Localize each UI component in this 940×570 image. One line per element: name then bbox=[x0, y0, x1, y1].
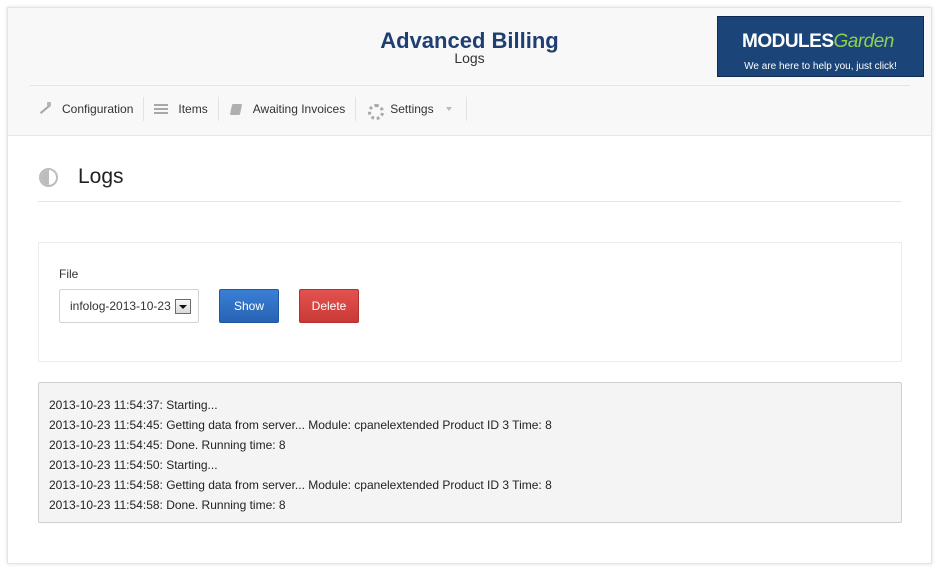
log-line: 2013-10-23 11:54:37: Starting... bbox=[49, 398, 218, 412]
app-frame: Advanced Billing Logs MODULESGarden We a… bbox=[7, 7, 932, 564]
modulesgarden-logo[interactable]: MODULESGarden We are here to help you, j… bbox=[717, 16, 924, 77]
gear-icon bbox=[366, 102, 385, 120]
log-line: 2013-10-23 11:54:45: Done. Running time:… bbox=[49, 438, 286, 452]
nav-item-label: Items bbox=[178, 102, 208, 116]
nav-item-label: Configuration bbox=[62, 102, 134, 116]
delete-button[interactable]: Delete bbox=[299, 289, 359, 323]
file-select-value: infolog-2013-10-23 bbox=[70, 299, 171, 313]
log-line: 2013-10-23 11:54:50: Starting... bbox=[49, 458, 218, 472]
logo-tagline: We are here to help you, just click! bbox=[744, 61, 897, 72]
chevron-down-icon bbox=[445, 107, 452, 111]
list-icon bbox=[154, 102, 169, 116]
dropdown-arrow-icon[interactable] bbox=[175, 299, 191, 314]
nav-item-settings[interactable]: Settings bbox=[356, 97, 467, 121]
log-file-form: File infolog-2013-10-23 Show Delete bbox=[38, 242, 902, 362]
nav-item-awaiting-invoices[interactable]: Awaiting Invoices bbox=[219, 97, 357, 121]
page-header: Logs bbox=[38, 165, 902, 202]
log-line: 2013-10-23 11:54:58: Done. Running time:… bbox=[49, 498, 286, 512]
file-label: File bbox=[59, 267, 79, 281]
wand-icon bbox=[38, 102, 52, 116]
half-circle-icon bbox=[39, 168, 58, 187]
nav-item-label: Settings bbox=[390, 102, 434, 116]
header-divider bbox=[30, 85, 910, 86]
logo-brand-garden: Garden bbox=[833, 31, 895, 52]
file-select[interactable]: infolog-2013-10-23 bbox=[59, 289, 199, 323]
log-line: 2013-10-23 11:54:58: Getting data from s… bbox=[49, 478, 552, 492]
header: Advanced Billing Logs MODULESGarden We a… bbox=[8, 8, 931, 136]
logo-wordmark: MODULESGarden bbox=[742, 31, 894, 53]
log-output: 2013-10-23 11:54:37: Starting... 2013-10… bbox=[38, 382, 902, 523]
nav-item-items[interactable]: Items bbox=[144, 97, 219, 121]
nav-item-configuration[interactable]: Configuration bbox=[30, 97, 145, 121]
logo-brand-modules: MODULES bbox=[742, 31, 834, 52]
book-icon bbox=[229, 102, 243, 116]
page-title: Logs bbox=[78, 165, 124, 188]
log-line: 2013-10-23 11:54:45: Getting data from s… bbox=[49, 418, 552, 432]
main-nav: Configuration Items Awaiting Invoices Se… bbox=[30, 96, 467, 122]
nav-item-label: Awaiting Invoices bbox=[252, 102, 346, 116]
show-button[interactable]: Show bbox=[219, 289, 279, 323]
